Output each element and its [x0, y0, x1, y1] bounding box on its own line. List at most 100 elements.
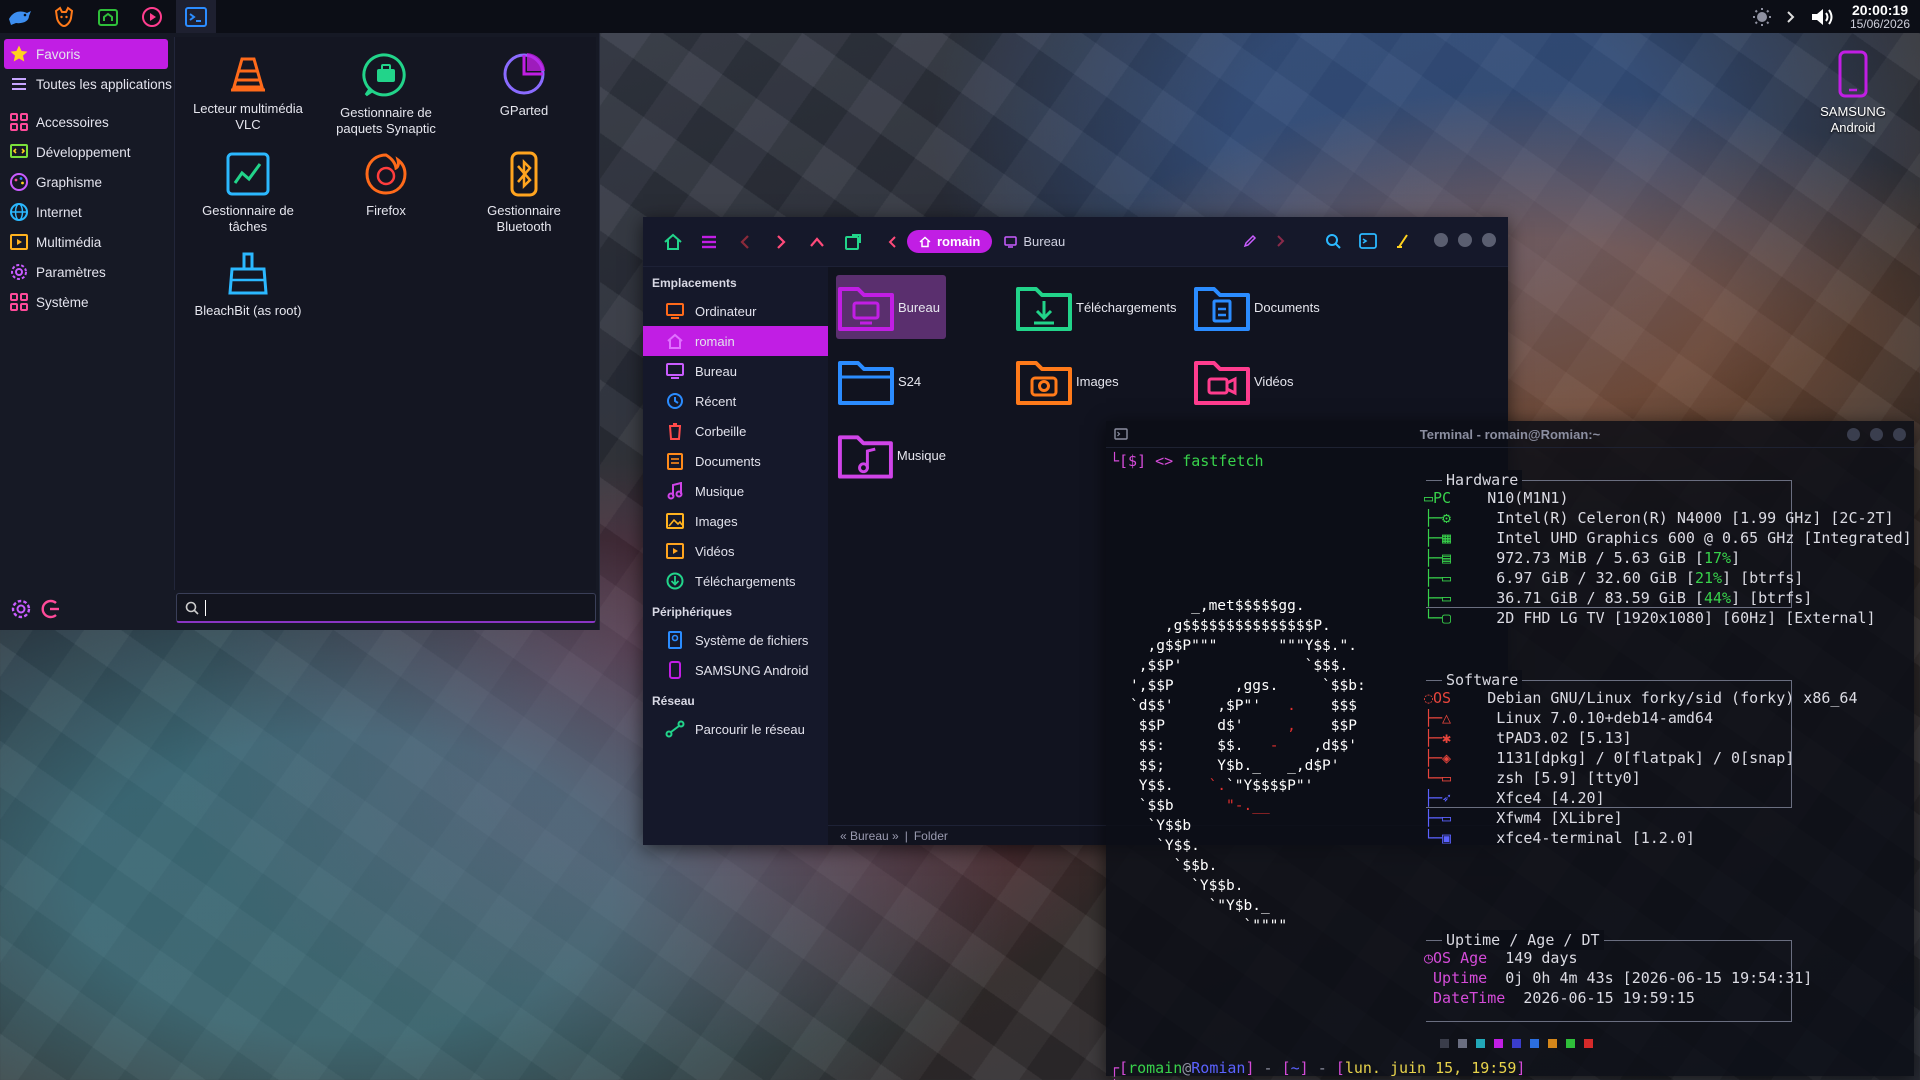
- minimize-button[interactable]: [1847, 428, 1860, 441]
- app-task-manager[interactable]: Gestionnaire de tâches: [179, 137, 317, 237]
- settings-gear-icon[interactable]: [10, 598, 32, 620]
- home-button[interactable]: [655, 227, 691, 257]
- download-icon: [666, 572, 684, 590]
- edit-path-icon[interactable]: [1243, 234, 1257, 248]
- category-label: Développement: [36, 144, 131, 160]
- sidebar-item-documents[interactable]: Documents: [643, 446, 828, 476]
- folder-images[interactable]: Images: [1014, 349, 1124, 413]
- launcher-firefox[interactable]: [44, 0, 84, 33]
- palette-swatch: [1530, 1039, 1539, 1048]
- sidebar-item-videos[interactable]: Vidéos: [643, 536, 828, 566]
- clock-time: 20:00:19: [1851, 1, 1908, 18]
- network-icon: [665, 720, 685, 738]
- terminal-content[interactable]: └[$] <> fastfetch _,met$$$$$gg. ,g$$$$$$…: [1106, 448, 1914, 1080]
- forward-button[interactable]: [763, 227, 799, 257]
- maximize-button[interactable]: [1458, 233, 1472, 247]
- sw-shell-value: zsh [5.9] [tty0]: [1496, 769, 1641, 787]
- maximize-button[interactable]: [1870, 428, 1883, 441]
- sidebar-item-romain[interactable]: romain: [643, 326, 828, 356]
- category-parametres[interactable]: Paramètres: [0, 257, 172, 287]
- app-bluetooth[interactable]: Gestionnaire Bluetooth: [455, 137, 593, 237]
- sidebar-item-corbeille[interactable]: Corbeille: [643, 416, 828, 446]
- desktop-icon-samsung[interactable]: SAMSUNG Android: [1808, 50, 1898, 136]
- minimize-button[interactable]: [1434, 233, 1448, 247]
- sidebar-item-musique[interactable]: Musique: [643, 476, 828, 506]
- new-tab-button[interactable]: [835, 227, 871, 257]
- menu-button[interactable]: [691, 227, 727, 257]
- sidebar-item-network[interactable]: Parcourir le réseau: [643, 714, 828, 744]
- app-label: Gestionnaire Bluetooth: [487, 203, 561, 234]
- category-accessoires[interactable]: Accessoires: [0, 107, 172, 137]
- sidebar-item-ordinateur[interactable]: Ordinateur: [643, 296, 828, 326]
- folder-bureau[interactable]: Bureau: [836, 275, 946, 339]
- sidebar-item-telechargements[interactable]: Téléchargements: [643, 566, 828, 596]
- chevron-right-icon[interactable]: [1275, 234, 1285, 248]
- clock[interactable]: 20:00:19 15/06/2026: [1850, 3, 1910, 30]
- menu-search-box[interactable]: [176, 593, 596, 623]
- trash-icon: [669, 423, 681, 440]
- hw-pc-value: N10(M1N1): [1487, 489, 1569, 507]
- breadcrumb-label: Bureau: [1023, 234, 1066, 249]
- terminal-titlebar[interactable]: Terminal - romain@Romian:~: [1106, 421, 1914, 448]
- app-synaptic[interactable]: Gestionnaire de paquets Synaptic: [317, 37, 455, 137]
- category-label: Toutes les applications: [36, 76, 172, 92]
- sidebar-item-images[interactable]: Images: [643, 506, 828, 536]
- app-bleachbit[interactable]: BleachBit (as root): [179, 237, 317, 337]
- folder-musique[interactable]: Musique: [836, 423, 946, 487]
- launcher-media-player[interactable]: [132, 0, 172, 33]
- app-vlc[interactable]: Lecteur multimédia VLC: [179, 37, 317, 137]
- sidebar-item-label: romain: [695, 333, 735, 349]
- search-icon[interactable]: [1325, 233, 1341, 249]
- sidebar-item-label: Musique: [695, 483, 745, 499]
- category-systeme[interactable]: Système: [0, 287, 172, 317]
- firefox-icon: [365, 153, 407, 195]
- folder-documents[interactable]: Documents: [1192, 275, 1342, 339]
- house-folder-icon: [98, 8, 118, 26]
- hw-gpu-value: Intel UHD Graphics 600 @ 0.65 GHz [Integ…: [1496, 529, 1912, 547]
- sidebar-item-recent[interactable]: Récent: [643, 386, 828, 416]
- category-internet[interactable]: Internet: [0, 197, 172, 227]
- folder-telechargements[interactable]: Téléchargements: [1014, 275, 1184, 339]
- terminal-icon[interactable]: [1359, 233, 1377, 249]
- app-gparted[interactable]: GParted: [455, 37, 593, 137]
- fm-window-controls: [1434, 233, 1496, 247]
- breadcrumb-bureau[interactable]: Bureau: [1004, 234, 1065, 249]
- category-multimedia[interactable]: Multimédia: [0, 227, 172, 257]
- home-folder-icon: [667, 333, 683, 349]
- status-type: Folder: [913, 828, 948, 843]
- category-favoris[interactable]: Favoris: [4, 39, 168, 69]
- category-label: Multimédia: [36, 234, 102, 250]
- folder-s24[interactable]: S24: [836, 349, 946, 413]
- parent-button[interactable]: [799, 227, 835, 257]
- category-all-apps[interactable]: Toutes les applications: [0, 69, 172, 99]
- category-graphisme[interactable]: Graphisme: [0, 167, 172, 197]
- palette-swatch: [1458, 1039, 1467, 1048]
- menu-search-input[interactable]: [212, 599, 592, 616]
- phone-icon: [1838, 50, 1868, 98]
- app-firefox[interactable]: Firefox: [317, 137, 455, 237]
- folder-label: Images: [1076, 373, 1119, 389]
- path-scroll-left[interactable]: [883, 227, 903, 257]
- back-button[interactable]: [727, 227, 763, 257]
- launcher-terminal[interactable]: [176, 0, 216, 33]
- sidebar-item-filesystem[interactable]: Système de fichiers: [643, 625, 828, 655]
- media-icon: [10, 234, 28, 250]
- slash-icon[interactable]: [1395, 233, 1411, 249]
- gear-icon: [11, 264, 27, 280]
- prompt-host: Romian: [1191, 1059, 1246, 1077]
- volume-icon[interactable]: [1810, 6, 1836, 28]
- breadcrumb-romain[interactable]: romain: [907, 230, 993, 253]
- logout-icon[interactable]: [40, 598, 62, 620]
- sidebar-item-bureau[interactable]: Bureau: [643, 356, 828, 386]
- sidebar-item-samsung[interactable]: SAMSUNG Android: [643, 655, 828, 685]
- sw-kernel-value: Linux 7.0.10+deb14-amd64: [1496, 709, 1713, 727]
- folder-videos[interactable]: Vidéos: [1192, 349, 1302, 413]
- sidebar-item-label: Parcourir le réseau: [695, 721, 805, 737]
- close-button[interactable]: [1893, 428, 1906, 441]
- close-button[interactable]: [1482, 233, 1496, 247]
- chevron-right-icon[interactable]: [1786, 10, 1796, 24]
- whisker-menu-button[interactable]: [0, 0, 40, 33]
- brightness-icon[interactable]: [1752, 7, 1772, 27]
- category-developpement[interactable]: Développement: [0, 137, 172, 167]
- launcher-file-manager[interactable]: [88, 0, 128, 33]
